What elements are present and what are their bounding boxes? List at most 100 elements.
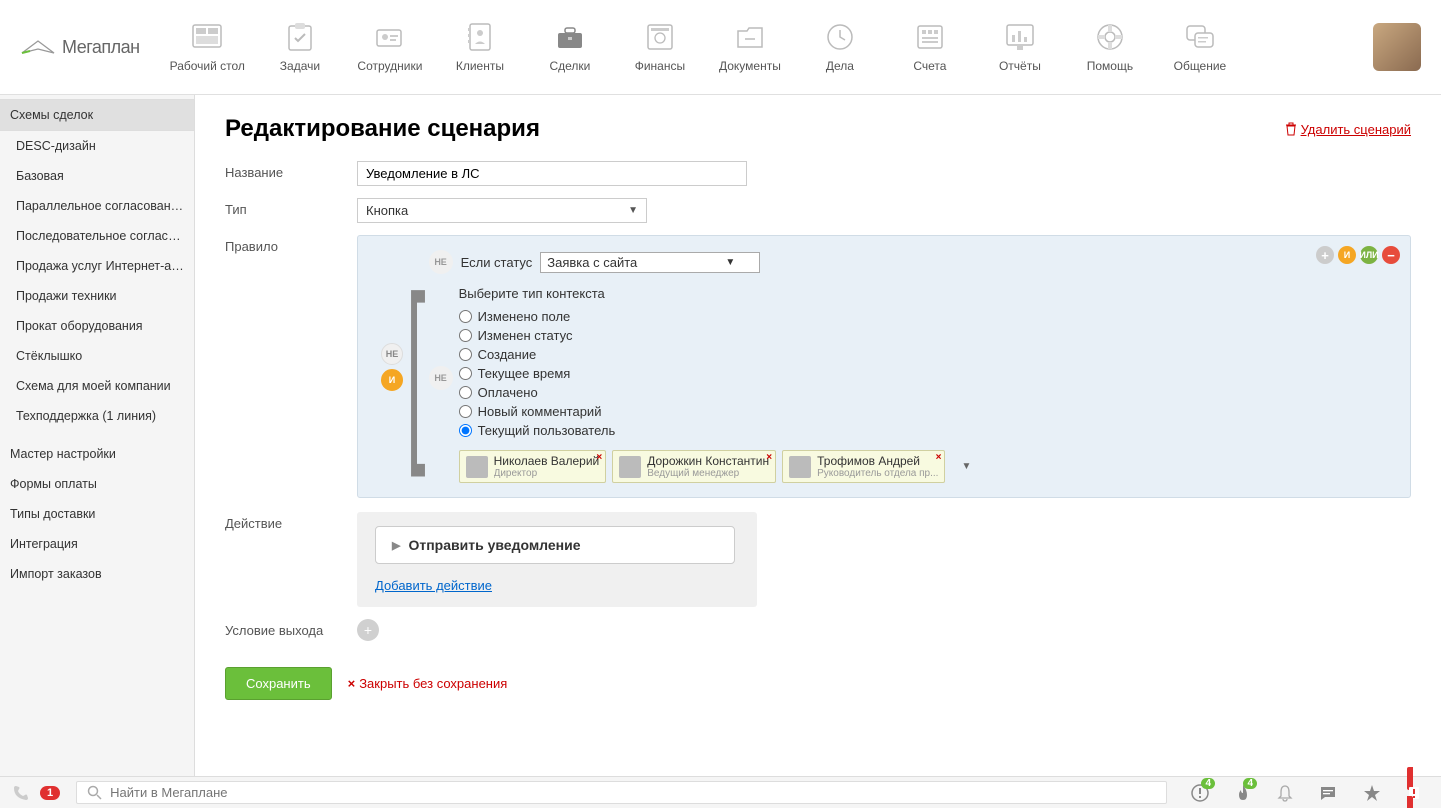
- rule-not-context[interactable]: НЕ: [429, 366, 453, 390]
- sidebar-item-delivery[interactable]: Типы доставки: [0, 499, 194, 529]
- rule-add-button[interactable]: +: [1316, 246, 1334, 264]
- sidebar-scheme-item[interactable]: Продажа услуг Интернет-аге...: [0, 251, 194, 281]
- warning-icon[interactable]: [1399, 771, 1429, 808]
- status-select[interactable]: Заявка с сайта ▼: [540, 252, 760, 273]
- add-user-dropdown[interactable]: ▼: [959, 461, 973, 472]
- chat-icon: [1185, 24, 1215, 50]
- logo[interactable]: Мегаплан: [20, 37, 140, 58]
- sidebar-scheme-item[interactable]: Параллельное согласование: [0, 191, 194, 221]
- search-input[interactable]: [110, 785, 1156, 800]
- global-search[interactable]: [76, 781, 1167, 804]
- reports-icon: [1005, 23, 1035, 51]
- rule-label: Правило: [225, 235, 357, 254]
- rule-and-toggle[interactable]: И: [381, 369, 403, 391]
- nav-todo[interactable]: Дела: [805, 21, 875, 73]
- nav-chat[interactable]: Общение: [1165, 21, 1235, 73]
- radio-current-time[interactable]: Текущее время: [459, 364, 1392, 383]
- user-avatar[interactable]: [1373, 23, 1421, 71]
- chip-remove-icon[interactable]: ×: [596, 452, 602, 463]
- close-icon: ×: [348, 676, 356, 691]
- clients-icon: [467, 22, 493, 52]
- nav-finance[interactable]: Финансы: [625, 21, 695, 73]
- user-avatar-icon: [619, 456, 641, 478]
- sidebar-header-schemes[interactable]: Схемы сделок: [0, 99, 194, 131]
- finance-icon: [646, 23, 674, 51]
- type-select[interactable]: Кнопка ▼: [357, 198, 647, 223]
- sidebar-scheme-item[interactable]: Базовая: [0, 161, 194, 191]
- add-exit-condition[interactable]: +: [357, 619, 379, 641]
- radio-paid[interactable]: Оплачено: [459, 383, 1392, 402]
- nav-docs[interactable]: Документы: [715, 21, 785, 73]
- action-block: ▶ Отправить уведомление Добавить действи…: [357, 512, 757, 607]
- chip-remove-icon[interactable]: ×: [766, 452, 772, 463]
- name-input[interactable]: [357, 161, 747, 186]
- nav-clients[interactable]: Клиенты: [445, 21, 515, 73]
- nav-bills[interactable]: Счета: [895, 21, 965, 73]
- clock-icon: [826, 23, 854, 51]
- sidebar-item-payment[interactable]: Формы оплаты: [0, 469, 194, 499]
- sidebar-scheme-item[interactable]: Схема для моей компании: [0, 371, 194, 401]
- user-chip[interactable]: Николаев ВалерийДиректор ×: [459, 450, 607, 483]
- sidebar-scheme-item[interactable]: Продажи техники: [0, 281, 194, 311]
- context-title: Выберите тип контекста: [459, 286, 1392, 301]
- sidebar-scheme-item[interactable]: DESC-дизайн: [0, 131, 194, 161]
- message-icon[interactable]: [1311, 785, 1345, 801]
- action-send-notification[interactable]: ▶ Отправить уведомление: [375, 526, 735, 564]
- sidebar-scheme-item[interactable]: Техподдержка (1 линия): [0, 401, 194, 431]
- phone-badge: 1: [40, 786, 60, 800]
- action-label: Действие: [225, 512, 357, 531]
- radio-current-user[interactable]: Текущий пользователь: [459, 421, 1392, 440]
- sidebar: Схемы сделок DESC-дизайн Базовая Паралле…: [0, 95, 195, 776]
- bills-icon: [915, 23, 945, 51]
- alerts-icon[interactable]: 4: [1183, 784, 1217, 802]
- page-title: Редактирование сценария: [225, 115, 540, 143]
- cancel-link[interactable]: × Закрыть без сохранения: [348, 676, 508, 691]
- sidebar-item-import[interactable]: Импорт заказов: [0, 559, 194, 589]
- name-label: Название: [225, 161, 357, 180]
- trash-icon: [1285, 122, 1297, 136]
- fire-icon[interactable]: 4: [1227, 784, 1259, 802]
- rule-outer-ops: НЕ И: [381, 343, 403, 391]
- rule-not-toggle[interactable]: НЕ: [381, 343, 403, 365]
- sidebar-scheme-item[interactable]: Последовательное согласов...: [0, 221, 194, 251]
- rule-and-button[interactable]: И: [1338, 246, 1356, 264]
- logo-text: Мегаплан: [62, 37, 140, 58]
- bell-icon[interactable]: [1269, 784, 1301, 802]
- rule-remove-button[interactable]: −: [1382, 246, 1400, 264]
- user-avatar-icon: [466, 456, 488, 478]
- save-button[interactable]: Сохранить: [225, 667, 332, 700]
- deals-icon: [555, 24, 585, 50]
- rule-not-inner[interactable]: НЕ: [429, 250, 453, 274]
- rule-block: + И ИЛИ − НЕ И [ НЕ Если статус: [357, 235, 1411, 498]
- nav-staff[interactable]: Сотрудники: [355, 21, 425, 73]
- user-chip[interactable]: Трофимов АндрейРуководитель отдела пр...…: [782, 450, 945, 483]
- top-nav: Мегаплан Рабочий стол Задачи Сотрудники …: [0, 0, 1441, 95]
- rule-or-button[interactable]: ИЛИ: [1360, 246, 1378, 264]
- nav-tasks[interactable]: Задачи: [265, 21, 335, 73]
- sidebar-item-integration[interactable]: Интеграция: [0, 529, 194, 559]
- add-action-link[interactable]: Добавить действие: [375, 578, 492, 593]
- rule-tools: + И ИЛИ −: [1316, 246, 1400, 264]
- bracket-icon: [: [406, 297, 425, 437]
- user-chip[interactable]: Дорожкин КонстантинВедущий менеджер ×: [612, 450, 776, 483]
- sidebar-scheme-item[interactable]: Стёклышко: [0, 341, 194, 371]
- radio-status-changed[interactable]: Изменен статус: [459, 326, 1392, 345]
- search-icon: [87, 785, 102, 800]
- nav-reports[interactable]: Отчёты: [985, 21, 1055, 73]
- radio-field-changed[interactable]: Изменено поле: [459, 307, 1392, 326]
- type-label: Тип: [225, 198, 357, 217]
- sidebar-item-wizard[interactable]: Мастер настройки: [0, 439, 194, 469]
- nav-help[interactable]: Помощь: [1075, 21, 1145, 73]
- radio-new-comment[interactable]: Новый комментарий: [459, 402, 1392, 421]
- sidebar-scheme-item[interactable]: Прокат оборудования: [0, 311, 194, 341]
- exit-label: Условие выхода: [225, 619, 357, 638]
- docs-icon: [735, 24, 765, 50]
- chip-remove-icon[interactable]: ×: [936, 452, 942, 463]
- nav-desktop[interactable]: Рабочий стол: [170, 21, 245, 73]
- delete-scenario-link[interactable]: Удалить сценарий: [1285, 122, 1411, 137]
- phone-icon[interactable]: [12, 784, 30, 802]
- nav-deals[interactable]: Сделки: [535, 21, 605, 73]
- chevron-down-icon: ▼: [628, 205, 638, 216]
- star-icon[interactable]: [1355, 784, 1389, 802]
- radio-creation[interactable]: Создание: [459, 345, 1392, 364]
